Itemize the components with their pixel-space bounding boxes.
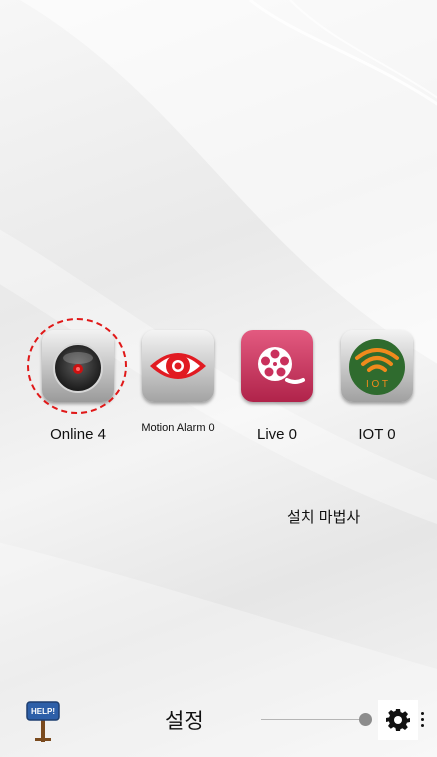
app-tile-iot[interactable]: I O T IOT 0 [329, 330, 425, 443]
more-vertical-icon[interactable] [420, 712, 426, 730]
settings-slider-track[interactable] [261, 719, 367, 720]
app-label-online: Online 4 [50, 426, 106, 443]
settings-label[interactable]: 설정 [165, 705, 204, 735]
camera-lens-icon [42, 330, 114, 402]
settings-slider-knob[interactable] [359, 713, 372, 726]
film-reel-icon [241, 330, 313, 402]
gear-icon [386, 709, 410, 731]
setup-wizard-link[interactable]: 설치 마법사 [287, 506, 360, 527]
help-sign-text: HELP! [31, 707, 55, 716]
app-tile-online[interactable]: Online 4 [30, 330, 126, 443]
more-dot [421, 718, 424, 721]
app-label-motion-alarm: Motion Alarm 0 [141, 422, 215, 434]
more-dot [421, 712, 424, 715]
eye-icon [142, 330, 214, 402]
more-dot [421, 724, 424, 727]
app-tile-motion-alarm[interactable]: Motion Alarm 0 [130, 330, 226, 434]
iot-badge-text: I O T [366, 379, 388, 390]
wifi-iot-icon: I O T [341, 330, 413, 402]
app-label-iot: IOT 0 [358, 426, 396, 443]
app-label-live: Live 0 [256, 426, 298, 443]
help-sign-icon[interactable]: HELP! [25, 700, 61, 742]
settings-gear-button[interactable] [378, 700, 418, 740]
app-tile-live[interactable]: Live 0 [229, 330, 325, 443]
home-screen: Online 4 Motion Alarm 0 Live 0 I O T IOT… [0, 0, 437, 757]
